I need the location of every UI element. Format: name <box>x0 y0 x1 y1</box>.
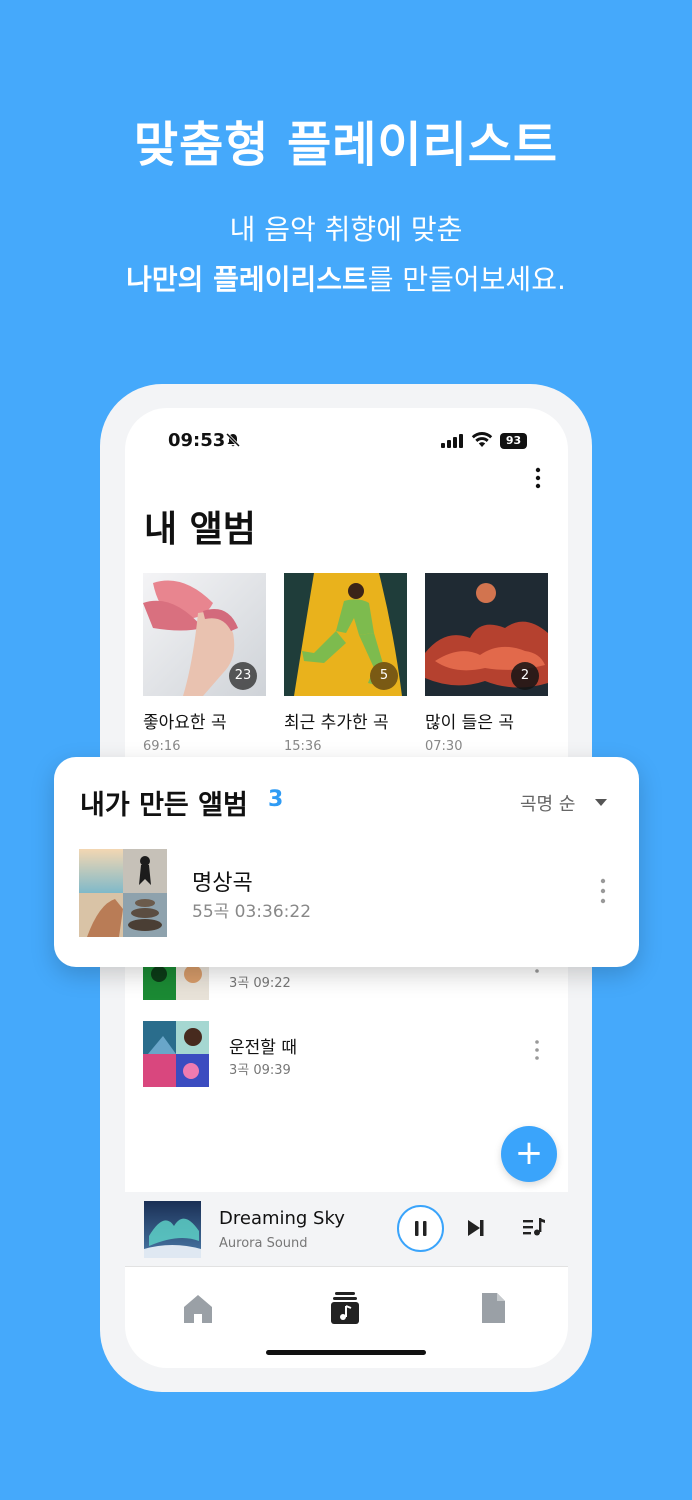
wifi-icon <box>471 432 493 447</box>
album-name: 좋아요한 곡 <box>143 713 227 733</box>
playlist-title: 운전할 때 <box>229 1038 297 1058</box>
promo-subtitle-line2: 나만의 플레이리스트를 만들어보세요. <box>0 258 692 298</box>
playlist-queue-icon[interactable] <box>523 1217 545 1237</box>
bell-off-icon <box>225 432 241 448</box>
album-card-most-played[interactable]: 2 많이 들은 곡 07:30 <box>425 573 548 754</box>
promo-subtitle-line1: 내 음악 취향에 맞춘 <box>229 213 463 246</box>
album-name: 많이 들은 곡 <box>425 713 515 733</box>
pause-icon <box>415 1221 427 1236</box>
my-albums-card: 내가 만든 앨범 3 곡명 순 명상곡 55곡 03:36:22 <box>54 757 639 967</box>
playlist-meta: 3곡 09:22 <box>229 976 291 991</box>
album-count-badge: 5 <box>370 662 398 690</box>
document-icon[interactable] <box>473 1288 513 1328</box>
album-count-badge: 2 <box>511 662 539 690</box>
playlist-thumbnail <box>143 1021 209 1087</box>
now-playing-art <box>144 1201 201 1258</box>
album-count-badge: 23 <box>229 662 257 690</box>
album-duration: 69:16 <box>143 739 181 754</box>
album-art: 2 <box>425 573 548 696</box>
add-playlist-button[interactable]: + <box>501 1126 557 1182</box>
status-bar: 09:53 93 <box>125 428 568 456</box>
my-albums-title: 내가 만든 앨범 <box>80 790 248 821</box>
sort-dropdown-label[interactable]: 곡명 순 <box>520 790 575 816</box>
playlist-meta: 3곡 09:39 <box>229 1063 291 1078</box>
list-item[interactable]: 운전할 때 3곡 09:39 <box>143 1021 553 1087</box>
album-name: 최근 추가한 곡 <box>284 713 389 733</box>
caret-down-icon[interactable] <box>594 797 608 807</box>
album-art: 5 <box>284 573 407 696</box>
album-art: 23 <box>143 573 266 696</box>
home-indicator <box>266 1350 426 1355</box>
album-icon[interactable] <box>325 1288 365 1328</box>
skip-next-icon[interactable] <box>467 1218 485 1238</box>
signal-icon <box>441 434 463 448</box>
status-time: 09:53 <box>168 430 226 451</box>
album-card-recent[interactable]: 5 최근 추가한 곡 15:36 <box>284 573 407 754</box>
album-duration: 15:36 <box>284 739 322 754</box>
my-albums-count: 3 <box>268 787 284 812</box>
track-title: Dreaming Sky <box>219 1208 345 1229</box>
promo-subtitle-rest: 를 만들어보세요. <box>367 263 566 296</box>
home-icon[interactable] <box>178 1288 218 1328</box>
mini-player[interactable]: Dreaming Sky Aurora Sound <box>125 1192 568 1267</box>
page-title: 내 앨범 <box>144 509 256 550</box>
playlist-title[interactable]: 명상곡 <box>192 865 253 897</box>
pause-button[interactable] <box>397 1205 444 1252</box>
more-vertical-icon[interactable] <box>530 466 546 490</box>
track-artist: Aurora Sound <box>219 1236 308 1251</box>
more-vertical-icon[interactable] <box>597 878 609 904</box>
battery-icon: 93 <box>500 433 527 449</box>
promo-subtitle-bold: 나만의 플레이리스트 <box>126 263 368 296</box>
playlist-thumbnail <box>79 849 167 937</box>
promo-headline: 맞춤형 플레이리스트 <box>133 117 559 173</box>
playlist-meta: 55곡 03:36:22 <box>192 902 312 922</box>
more-vertical-icon[interactable] <box>531 1039 543 1061</box>
album-duration: 07:30 <box>425 739 463 754</box>
album-card-liked[interactable]: 23 좋아요한 곡 69:16 <box>143 573 266 754</box>
